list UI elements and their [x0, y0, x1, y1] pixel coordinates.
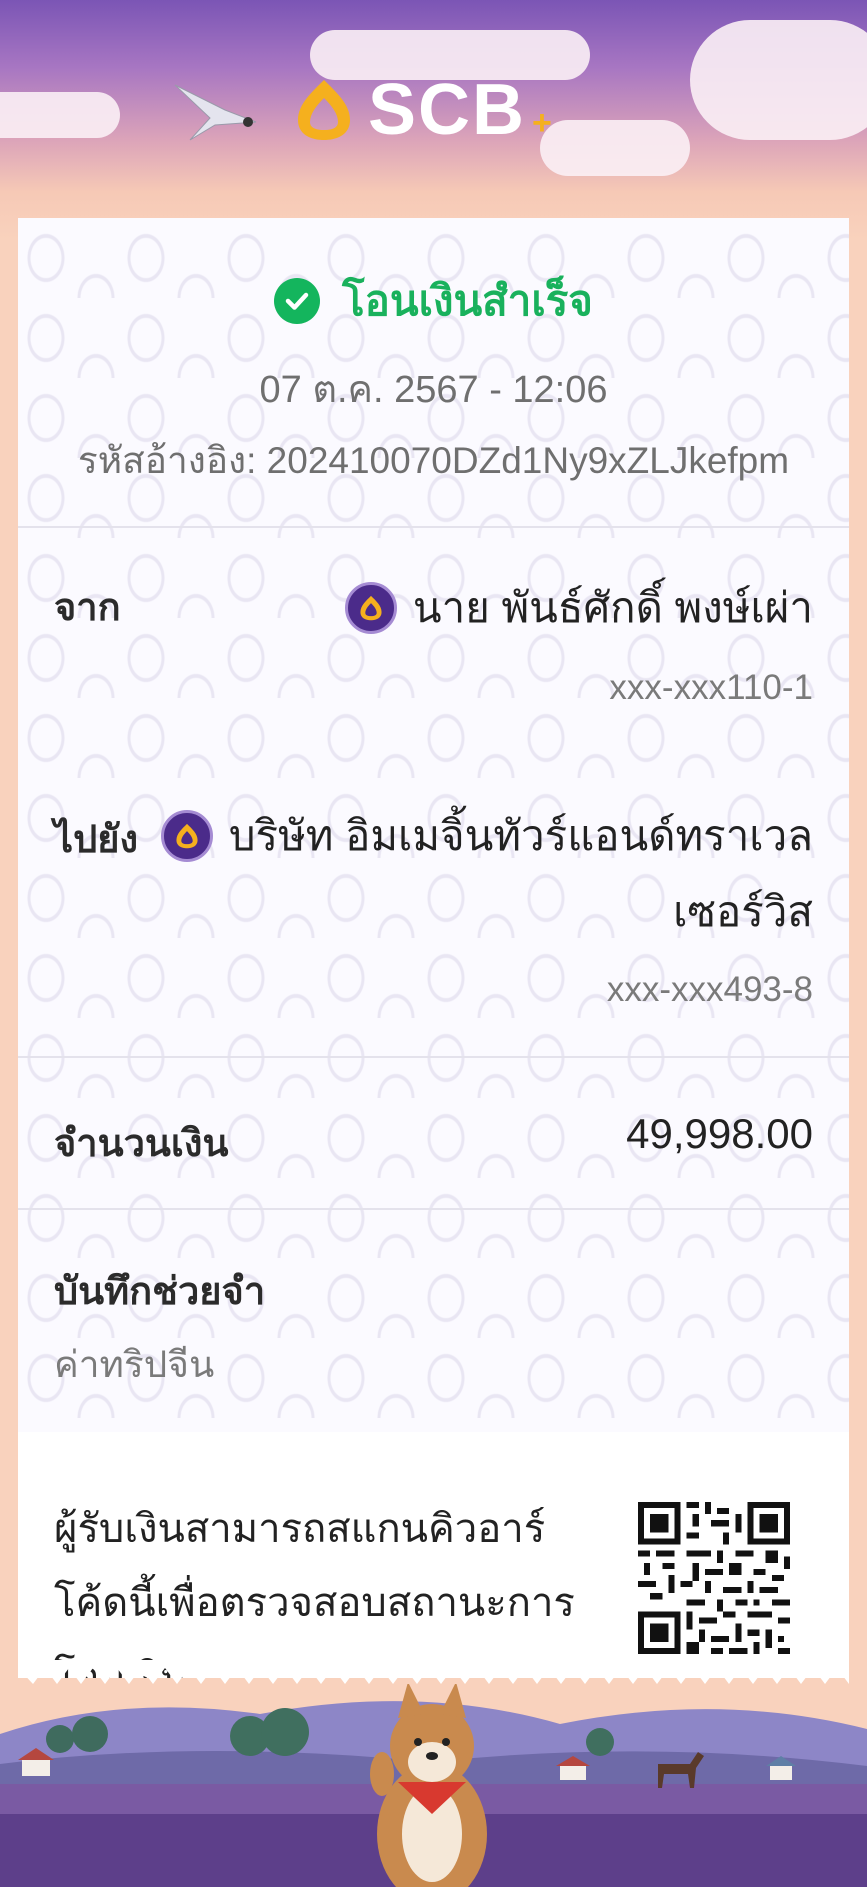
receipt-zigzag-edge [18, 1660, 849, 1684]
from-label: จาก [54, 587, 121, 629]
logo-plus: + [532, 104, 552, 142]
from-name: นาย พันธ์ศักดิ์ พงษ์เผ่า [412, 584, 813, 631]
logo-text: SCB [368, 70, 527, 150]
cloud [540, 120, 690, 176]
qr-section: ผู้รับเงินสามารถสแกนคิวอาร์ โค้ดนี้เพื่อ… [18, 1432, 849, 1678]
amount-value: 49,998.00 [626, 1110, 813, 1157]
from-account: xxx-xxx110-1 [609, 668, 813, 707]
status-text: โอนเงินสำเร็จ [342, 277, 593, 324]
memo-value: ค่าทริปจีน [54, 1344, 215, 1385]
scb-logo: SCB + [292, 70, 552, 150]
status-row: โอนเงินสำเร็จ [18, 268, 849, 334]
to-label: ไปยัง [54, 819, 139, 861]
receipt-header: โอนเงินสำเร็จ 07 ต.ค. 2567 - 12:06 รหัสอ… [18, 218, 849, 528]
reference-value[interactable]: 202410070DZd1Ny9xZLJkefpm [267, 440, 789, 481]
to-name-line1: บริษัท อิมเมจิ้นทัวร์แอนด์ทราเวล [228, 812, 813, 859]
reference-label: รหัสอ้างอิง: [77, 440, 257, 481]
parties-section: จาก นาย พันธ์ศักดิ์ พงษ์เผ่า xxx-xxx110-… [18, 528, 849, 1058]
qr-code-icon[interactable] [638, 1502, 790, 1654]
memo-label: บันทึกช่วยจำ [54, 1271, 266, 1313]
to-account: xxx-xxx493-8 [606, 970, 813, 1009]
qr-line1: ผู้รับเงินสามารถสแกนคิวอาร์ [54, 1507, 546, 1551]
bird-illustration [174, 84, 257, 141]
qr-instructions: ผู้รับเงินสามารถสแกนคิวอาร์ โค้ดนี้เพื่อ… [54, 1492, 594, 1678]
to-name: บริษัท อิมเมจิ้นทัวร์แอนด์ทราเวล เซอร์วิ… [229, 798, 813, 950]
scb-bank-icon [344, 582, 397, 634]
to-name-line2: เซอร์วิส [673, 888, 813, 935]
receipt-card: โอนเงินสำเร็จ 07 ต.ค. 2567 - 12:06 รหัสอ… [18, 218, 849, 1678]
landscape-illustration [0, 1684, 867, 1887]
scb-bank-icon [160, 810, 213, 862]
cloud [0, 92, 120, 138]
transaction-datetime: 07 ต.ค. 2567 - 12:06 [259, 369, 608, 411]
amount-section: จำนวนเงิน 49,998.00 [18, 1058, 849, 1210]
check-circle-icon [274, 278, 321, 324]
reference-line: รหัสอ้างอิง: 202410070DZd1Ny9xZLJkefpm [18, 431, 849, 490]
scb-logo-icon [298, 80, 350, 140]
amount-label: จำนวนเงิน [54, 1123, 229, 1165]
memo-section: บันทึกช่วยจำ ค่าทริปจีน [18, 1210, 849, 1435]
from-party: นาย พันธ์ศักดิ์ พงษ์เผ่า [344, 570, 813, 646]
cloud [690, 20, 867, 140]
qr-line2: โค้ดนี้เพื่อตรวจสอบสถานะการ [54, 1581, 575, 1625]
to-party: บริษัท อิมเมจิ้นทัวร์แอนด์ทราเวล เซอร์วิ… [160, 798, 813, 950]
